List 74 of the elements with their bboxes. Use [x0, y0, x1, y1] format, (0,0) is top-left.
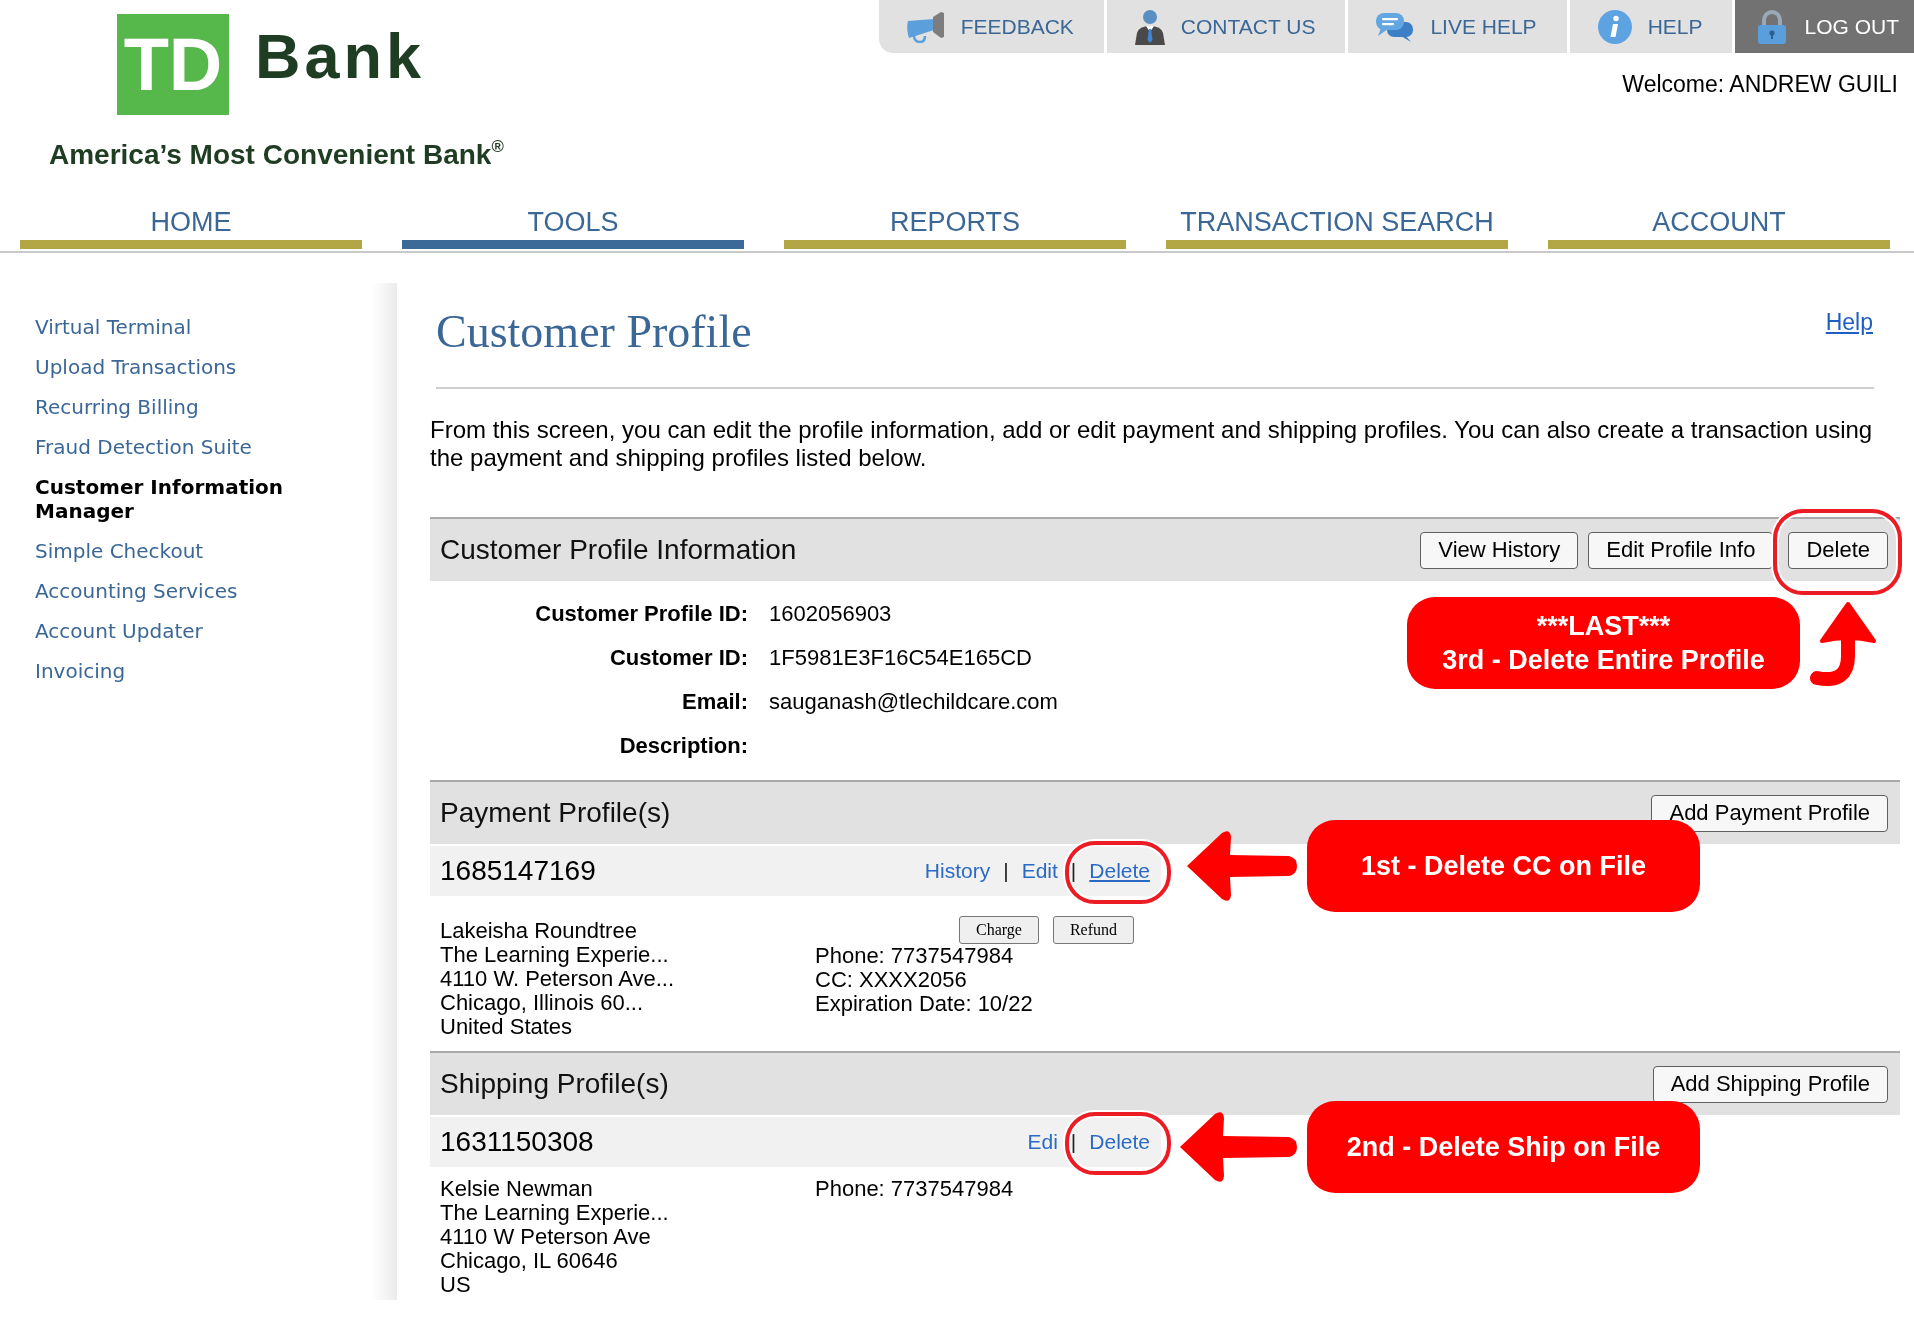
nav-tab[interactable]: ACCOUNT: [1548, 206, 1890, 249]
field-label: Customer ID:: [608, 645, 748, 671]
nav-tab[interactable]: TOOLS: [402, 206, 744, 249]
address-line: United States: [440, 1015, 574, 1039]
utility-link[interactable]: CONTACT US: [1103, 0, 1346, 53]
intro-text: From this screen, you can edit the profile information, add or edit payment and shipping profiles. You can also create a transaction using the payment and shipping profiles listed below.: [430, 416, 1874, 472]
logo-mark: TD: [117, 14, 229, 115]
section-title: Payment Profile(s): [440, 797, 671, 829]
utility-link[interactable]: LIVE HELP: [1345, 0, 1567, 53]
profile-button[interactable]: Charge: [959, 916, 1039, 944]
brand-name: Bank: [255, 25, 426, 88]
field-label: Description:: [618, 733, 748, 759]
sidebar-link[interactable]: Upload Transactions: [35, 355, 365, 379]
callout-text: 2nd - Delete Ship on File: [1346, 1131, 1661, 1164]
section-button[interactable]: Delete: [1788, 531, 1888, 569]
tagline: America’s Most Convenient Bank$^{®}$: [49, 140, 504, 170]
field-label: Email:: [680, 689, 748, 715]
sidebar-link[interactable]: Simple Checkout: [35, 539, 365, 563]
megaphone-icon: [905, 10, 946, 43]
profile-link[interactable]: Delete: [1089, 859, 1150, 883]
detail-line: Expiration Date: 10/22: [815, 992, 1034, 1016]
profile-link[interactable]: Delete: [1089, 1130, 1150, 1154]
sidebar-link[interactable]: Accounting Services: [35, 579, 365, 603]
section-button[interactable]: Edit Profile Info: [1588, 531, 1774, 569]
sidebar-link[interactable]: Recurring Billing: [35, 395, 365, 419]
welcome-text: Welcome: ANDREW GUILI: [1622, 70, 1899, 98]
profile-link[interactable]: Edit: [1021, 859, 1058, 883]
section-button[interactable]: Add Payment Profile: [1651, 794, 1888, 832]
address-line: US: [440, 1273, 471, 1297]
profile-id: 1631150308: [440, 1126, 594, 1158]
page-title: Customer Profile: [436, 306, 752, 358]
sidebar-link[interactable]: Fraud Detection Suite: [35, 435, 365, 459]
callout-text: ***LAST***: [1536, 610, 1671, 643]
detail-line: Phone: 7737547984: [815, 944, 1015, 968]
field-value: 1602056903: [769, 601, 892, 627]
address-line: The Learning Experie...: [440, 943, 670, 967]
sidebar-link[interactable]: Customer Information Manager: [35, 475, 365, 523]
field-value: sauganash@tlechildcare.com: [769, 689, 1058, 715]
logout-button[interactable]: LOG OUT: [1732, 0, 1914, 53]
section-button[interactable]: Add Shipping Profile: [1652, 1065, 1888, 1103]
section-button[interactable]: View History: [1420, 531, 1579, 569]
link-separator: |: [1070, 859, 1077, 883]
section-title: Shipping Profile(s): [440, 1068, 669, 1100]
profile-link[interactable]: History: [924, 859, 991, 883]
sidebar-link[interactable]: Invoicing: [35, 659, 365, 683]
address-line: The Learning Experie...: [440, 1201, 670, 1225]
link-separator: |: [1070, 1130, 1077, 1154]
field-label: Customer Profile ID:: [534, 601, 748, 627]
chat-bubbles-icon: [1375, 10, 1416, 43]
utility-link[interactable]: FEEDBACK: [878, 0, 1104, 53]
info-icon: [1596, 8, 1633, 45]
nav-tab[interactable]: HOME: [20, 206, 362, 249]
section-title: Customer Profile Information: [440, 534, 797, 566]
address-line: Lakeisha Roundtree: [440, 919, 638, 943]
sidebar-link[interactable]: Virtual Terminal: [35, 315, 365, 339]
detail-line: Phone: 7737547984: [815, 1177, 1014, 1201]
address-line: Chicago, IL 60646: [440, 1249, 619, 1273]
profile-link[interactable]: Edi: [1027, 1130, 1058, 1154]
nav-tab[interactable]: TRANSACTION SEARCH: [1166, 206, 1508, 249]
nav-tab[interactable]: REPORTS: [784, 206, 1126, 249]
link-separator: |: [1003, 859, 1009, 883]
address-line: 4110 W Peterson Ave: [440, 1225, 651, 1249]
callout-text: 1st - Delete CC on File: [1360, 850, 1647, 883]
callout-text: 3rd - Delete Entire Profile: [1442, 644, 1765, 677]
detail-line: CC: XXXX2056: [815, 968, 968, 992]
address-line: Chicago, Illinois 60...: [440, 991, 644, 1015]
field-value: 1F5981E3F16C54E165CD: [769, 645, 1032, 671]
address-line: 4110 W. Peterson Ave...: [440, 967, 675, 991]
profile-id: 1685147169: [440, 855, 596, 887]
profile-button[interactable]: Refund: [1052, 916, 1135, 944]
address-line: Kelsie Newman: [440, 1177, 594, 1201]
person-icon: [1133, 8, 1166, 45]
help-link[interactable]: Help: [1825, 308, 1873, 336]
sidebar-link[interactable]: Account Updater: [35, 619, 365, 643]
